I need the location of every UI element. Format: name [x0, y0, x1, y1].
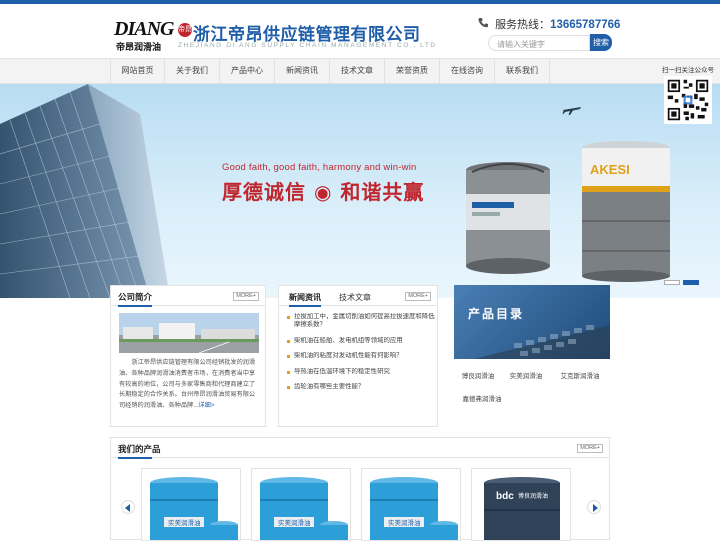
- product-card[interactable]: 实美润滑油: [361, 468, 461, 541]
- news-item[interactable]: 导热油在低温环境下的稳定性研究: [287, 368, 435, 376]
- lubricant-bucket-image: [466, 162, 550, 274]
- catalog-link-boliang[interactable]: 博良润滑油: [454, 370, 502, 380]
- logo-wordmark: DIANG: [114, 18, 174, 40]
- catalog-links: 博良润滑油 实美润滑油 艾克斯润滑油 嘉德弗润滑油: [454, 365, 610, 411]
- qr-code-icon: [664, 76, 712, 124]
- product-card[interactable]: 实美润滑油: [141, 468, 241, 541]
- carousel-prev-button[interactable]: [121, 500, 135, 514]
- keyboard-image: [474, 325, 610, 359]
- nav-item-contact[interactable]: 联系我们: [495, 59, 550, 83]
- nav-item-honors[interactable]: 荣誉资质: [385, 59, 440, 83]
- hotline-number[interactable]: 13665787766: [550, 19, 620, 31]
- navy-drum-image: bdc 博良润滑油: [484, 477, 560, 540]
- product-card[interactable]: bdc 博良润滑油: [471, 468, 571, 541]
- about-more-link[interactable]: MORE+: [233, 292, 259, 301]
- svg-text:AKESI: AKESI: [590, 162, 630, 177]
- qr-label: 扫一扫关注公众号: [662, 67, 714, 74]
- about-text: 浙江帝昂供应链管理有限公司经销批发的润滑油、各种品牌润滑油消费者市场，在消费者当…: [119, 359, 256, 410]
- banner-slogan-cn: 厚德诚信 ◉ 和谐共赢: [222, 180, 425, 204]
- nav-item-products[interactable]: 产品中心: [220, 59, 275, 83]
- catalog-banner[interactable]: 产品目录: [454, 285, 610, 359]
- svg-text:bdc: bdc: [496, 491, 514, 502]
- drum-label: 博良润滑油: [518, 492, 548, 500]
- airplane-icon: [562, 107, 581, 115]
- our-products-more-link[interactable]: MORE+: [577, 444, 603, 453]
- news-item[interactable]: 拉拔加工中，金属切削油如何提高拉拔速度和降低摩擦系数？: [287, 313, 435, 329]
- news-panel: 新闻资讯 技术文章 MORE+ 拉拔加工中，金属切削油如何提高拉拔速度和降低摩擦…: [278, 285, 438, 427]
- site-logo[interactable]: DIANG 帝昂润滑油: [114, 18, 174, 52]
- catalog-title: 产品目录: [468, 307, 525, 321]
- carousel-next-button[interactable]: [587, 500, 601, 514]
- skyscraper-image: [0, 84, 170, 298]
- blue-drum-image: 实美润滑油: [150, 477, 238, 540]
- hotline: 服务热线：13665787766: [478, 16, 620, 32]
- nav-item-articles[interactable]: 技术文章: [330, 59, 385, 83]
- search-button[interactable]: 搜索: [590, 34, 612, 51]
- company-building-image: [119, 313, 259, 353]
- phone-icon: [478, 18, 488, 28]
- nav-item-about[interactable]: 关于我们: [165, 59, 220, 83]
- nav-item-consult[interactable]: 在线咨询: [440, 59, 495, 83]
- tab-news[interactable]: 新闻资讯: [289, 292, 321, 307]
- about-panel-header: 公司简介 MORE+: [111, 286, 265, 307]
- news-item[interactable]: 齿轮油有哪些主要性能？: [287, 383, 435, 391]
- slide-dot-2[interactable]: [683, 280, 699, 285]
- site-header: DIANG 帝昂润滑油 帝昂 浙江帝昂供应链管理有限公司 ZHEJIANG DI…: [0, 4, 720, 58]
- news-item[interactable]: 柴机油在船舶、发电机组等领域的应用: [287, 337, 435, 345]
- main-nav: 网站首页 关于我们 产品中心 新闻资讯 技术文章 荣誉资质 在线咨询 联系我们: [0, 58, 720, 84]
- product-card[interactable]: 实美润滑油: [251, 468, 351, 541]
- search-input[interactable]: 请输入关键字: [488, 35, 590, 51]
- news-more-link[interactable]: MORE+: [405, 292, 431, 301]
- slider-dots: [664, 272, 702, 290]
- company-name-en: ZHEJIANG DI ANG SUPPLY CHAIN MANAGEMENT …: [178, 42, 437, 49]
- logo-subtitle: 帝昂润滑油: [116, 42, 162, 52]
- product-catalog-panel: 产品目录 博良润滑油 实美润滑油 艾克斯润滑油 嘉德弗润滑油: [454, 285, 610, 427]
- about-detail-link[interactable]: 详细>: [198, 402, 214, 409]
- catalog-link-jiadefu[interactable]: 嘉德弗润滑油: [454, 393, 510, 403]
- tab-articles[interactable]: 技术文章: [339, 292, 371, 303]
- drum-label: 实美润滑油: [388, 518, 421, 527]
- banner-slogan-en: Good faith, good faith, harmony and win-…: [222, 162, 417, 173]
- about-panel: 公司简介 MORE+ 浙江帝昂供应链管理有限公司经销批发的润滑油、各种品牌润滑油…: [110, 285, 266, 427]
- our-products-title: 我们的产品: [118, 444, 161, 459]
- our-products-panel: 我们的产品 MORE+ 实美润滑油 实美润滑油 实美润滑油 bdc 博良润滑油: [110, 437, 610, 541]
- nav-item-news[interactable]: 新闻资讯: [275, 59, 330, 83]
- about-title: 公司简介: [118, 292, 153, 307]
- hero-banner[interactable]: Good faith, good faith, harmony and win-…: [0, 84, 720, 298]
- nav-item-home[interactable]: 网站首页: [110, 59, 165, 83]
- news-item[interactable]: 柴机油的粘度对发动机性能有何影响？: [287, 352, 435, 360]
- hotline-label: 服务热线：: [495, 19, 551, 31]
- catalog-link-akesi[interactable]: 艾克斯润滑油: [550, 370, 610, 380]
- catalog-link-shimei[interactable]: 实美润滑油: [502, 370, 550, 380]
- blue-drum-image: 实美润滑油: [260, 477, 348, 540]
- slide-dot-1[interactable]: [664, 280, 680, 285]
- news-list: 拉拔加工中，金属切削油如何提高拉拔速度和降低摩擦系数？ 柴机油在船舶、发电机组等…: [287, 313, 435, 399]
- about-description: 浙江帝昂供应链管理有限公司经销批发的润滑油、各种品牌润滑油消费者市场，在消费者当…: [119, 358, 259, 412]
- our-products-header: 我们的产品 MORE+: [111, 438, 609, 459]
- blue-drum-image: 实美润滑油: [370, 477, 458, 540]
- news-panel-header: 新闻资讯 技术文章 MORE+: [279, 286, 437, 307]
- logo-seal-icon: 帝昂: [178, 23, 192, 37]
- drum-label: 实美润滑油: [168, 518, 201, 527]
- lubricant-drum-image: AKESI: [582, 141, 670, 282]
- drum-label: 实美润滑油: [278, 518, 311, 527]
